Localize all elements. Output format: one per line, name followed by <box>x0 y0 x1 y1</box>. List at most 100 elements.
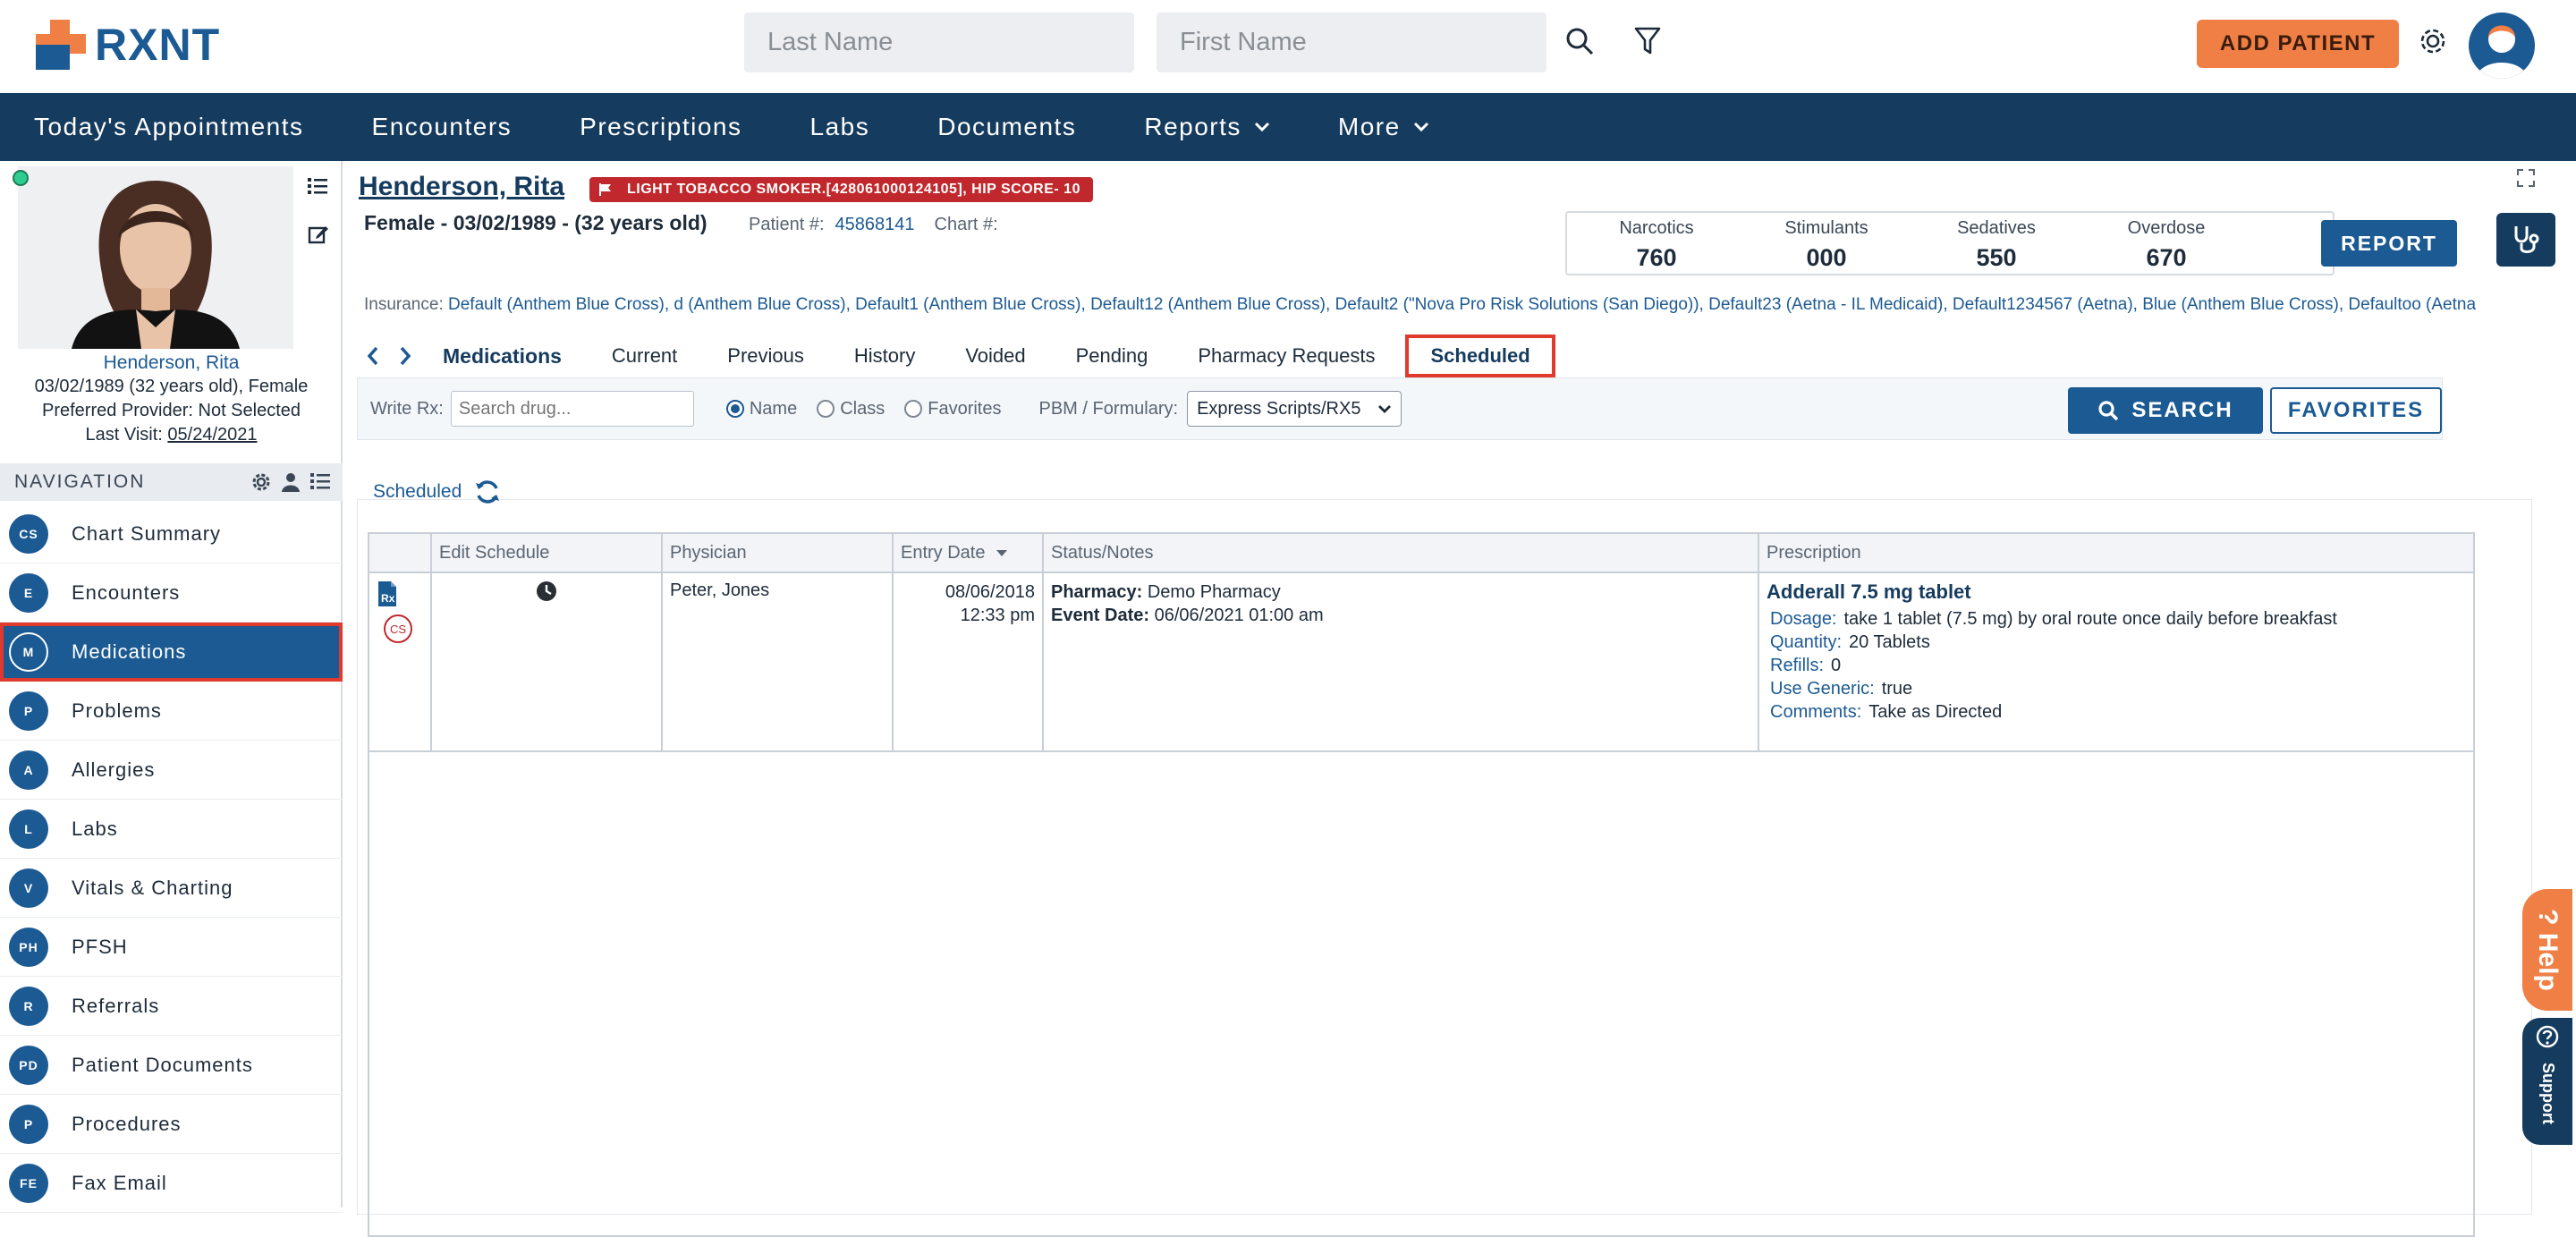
chevron-down-icon <box>1378 405 1392 413</box>
tab-previous[interactable]: Previous <box>702 335 829 377</box>
table-row[interactable]: Rx CS Peter, Jones 08/06/2018 12:33 pm P… <box>369 573 2473 752</box>
column-header-status-notes[interactable]: Status/Notes <box>1044 534 1759 572</box>
pbm-formulary-select[interactable]: Express Scripts/RX5 <box>1187 391 1402 427</box>
chevron-left-icon[interactable] <box>357 346 389 366</box>
report-button[interactable]: REPORT <box>2321 220 2457 267</box>
list-icon[interactable] <box>310 472 330 490</box>
sort-down-icon <box>996 549 1008 556</box>
sidebar-item-label: PFSH <box>72 935 128 958</box>
sidebar-item-vitals[interactable]: V Vitals & Charting <box>0 859 343 918</box>
sidebar-item-label: Referrals <box>72 994 160 1017</box>
last-visit-label: Last Visit: <box>85 425 163 445</box>
entry-date-value: 08/06/2018 <box>945 582 1035 602</box>
column-header-prescription[interactable]: Prescription <box>1759 534 2473 572</box>
status-notes-cell: Pharmacy: Demo Pharmacy Event Date: 06/0… <box>1044 573 1759 750</box>
table-empty-area <box>369 752 2473 1235</box>
column-header-entry-date[interactable]: Entry Date <box>894 534 1044 572</box>
help-tab[interactable]: ? Help <box>2522 889 2572 1011</box>
last-name-input[interactable] <box>744 13 1134 72</box>
nav-documents[interactable]: Documents <box>903 113 1110 141</box>
insurance-list[interactable]: Default (Anthem Blue Cross), d (Anthem B… <box>448 295 2476 314</box>
gear-icon[interactable] <box>251 472 271 492</box>
nav-more[interactable]: More <box>1304 113 1463 141</box>
last-visit-link[interactable]: 05/24/2021 <box>167 425 257 445</box>
expand-icon[interactable] <box>2516 168 2538 190</box>
support-label: Support <box>2538 1063 2557 1124</box>
sidebar-item-label: Medications <box>72 640 187 663</box>
sidebar-item-medications[interactable]: M Medications <box>0 623 343 682</box>
patient-info: Henderson, Rita 03/02/1989 (32 years old… <box>0 351 343 447</box>
user-avatar[interactable] <box>2469 13 2535 79</box>
nav-encounters[interactable]: Encounters <box>338 113 547 141</box>
sidebar-item-chart-summary[interactable]: CS Chart Summary <box>0 504 343 563</box>
list-icon[interactable] <box>308 177 335 204</box>
pdmp-overdose-value: 670 <box>2146 244 2187 271</box>
search-button[interactable]: SEARCH <box>2068 387 2263 434</box>
user-icon[interactable] <box>282 472 300 492</box>
nav-badge: L <box>9 809 48 849</box>
add-patient-button[interactable]: ADD PATIENT <box>2197 20 2399 68</box>
stethoscope-button[interactable] <box>2496 213 2555 267</box>
tab-pending[interactable]: Pending <box>1051 335 1174 377</box>
nav-todays-appointments[interactable]: Today's Appointments <box>0 113 338 141</box>
sidebar-item-fax-email[interactable]: FE Fax Email <box>0 1154 343 1213</box>
edit-icon[interactable] <box>308 224 335 250</box>
gear-icon[interactable] <box>2411 20 2454 63</box>
stethoscope-icon <box>2514 226 2539 253</box>
nav-prescriptions[interactable]: Prescriptions <box>546 113 775 141</box>
tab-history[interactable]: History <box>829 335 940 377</box>
drug-search-input[interactable] <box>450 391 694 427</box>
sidebar-item-procedures[interactable]: P Procedures <box>0 1095 343 1154</box>
pdmp-stimulants-label: Stimulants <box>1784 218 1868 238</box>
nav-labs[interactable]: Labs <box>776 113 904 141</box>
sidebar-item-problems[interactable]: P Problems <box>0 682 343 741</box>
tab-voided[interactable]: Voided <box>940 335 1050 377</box>
sidebar-item-label: Patient Documents <box>72 1053 253 1076</box>
favorites-button[interactable]: FAVORITES <box>2270 387 2442 434</box>
chevron-down-icon <box>1413 122 1428 132</box>
sidebar-item-encounters[interactable]: E Encounters <box>0 563 343 623</box>
dosage-value: take 1 tablet (7.5 mg) by oral route onc… <box>1843 609 2337 629</box>
pbm-formulary-value: Express Scripts/RX5 <box>1197 398 1361 419</box>
patient-demographics: Female - 03/02/1989 - (32 years old) <box>364 211 708 234</box>
nav-badge: PH <box>9 927 48 967</box>
patient-card-name[interactable]: Henderson, Rita <box>0 351 343 375</box>
first-name-input[interactable] <box>1157 13 1546 72</box>
sidebar-item-label: Labs <box>72 817 118 840</box>
nav-reports[interactable]: Reports <box>1110 113 1304 141</box>
sidebar-item-allergies[interactable]: A Allergies <box>0 741 343 800</box>
filter-icon[interactable] <box>1626 20 1669 63</box>
patient-alert-badge[interactable]: LIGHT TOBACCO SMOKER.[428061000124105], … <box>589 177 1093 202</box>
search-icon[interactable] <box>1558 20 1601 63</box>
prescription-document-icon[interactable]: Rx <box>377 580 423 613</box>
clock-icon[interactable] <box>536 580 557 602</box>
drug-name[interactable]: Adderall 7.5 mg tablet <box>1767 580 2466 604</box>
nav-badge: M <box>9 631 48 672</box>
patient-num-value[interactable]: 45868141 <box>835 215 915 235</box>
sidebar-item-pfsh[interactable]: PH PFSH <box>0 918 343 977</box>
sidebar-item-labs[interactable]: L Labs <box>0 800 343 859</box>
chevron-right-icon[interactable] <box>389 346 421 366</box>
nav-badge: PD <box>9 1045 48 1085</box>
patient-photo <box>18 166 293 349</box>
sidebar-item-referrals[interactable]: R Referrals <box>0 977 343 1036</box>
search-icon <box>2098 401 2119 421</box>
radio-name-label: Name <box>749 398 798 419</box>
tab-pharmacy-requests[interactable]: Pharmacy Requests <box>1173 335 1400 377</box>
patient-name-link[interactable]: Henderson, Rita <box>359 172 564 202</box>
dosage-label: Dosage: <box>1770 609 1837 629</box>
support-tab[interactable]: Support <box>2522 1018 2572 1145</box>
column-header-physician[interactable]: Physician <box>663 534 894 572</box>
nav-badge: A <box>9 750 48 790</box>
refresh-icon[interactable] <box>474 479 501 504</box>
radio-name[interactable]: Name <box>725 398 798 419</box>
tab-current[interactable]: Current <box>587 335 702 377</box>
sidebar-item-patient-documents[interactable]: PD Patient Documents <box>0 1036 343 1095</box>
tab-scheduled[interactable]: Scheduled <box>1405 335 1555 377</box>
column-header-edit-schedule[interactable]: Edit Schedule <box>432 534 663 572</box>
radio-unselected-icon <box>817 400 835 418</box>
rxnt-logo[interactable]: RXNT <box>34 16 220 73</box>
radio-class[interactable]: Class <box>817 399 885 419</box>
radio-favorites[interactable]: Favorites <box>904 399 1001 419</box>
edit-schedule-cell <box>432 573 663 750</box>
